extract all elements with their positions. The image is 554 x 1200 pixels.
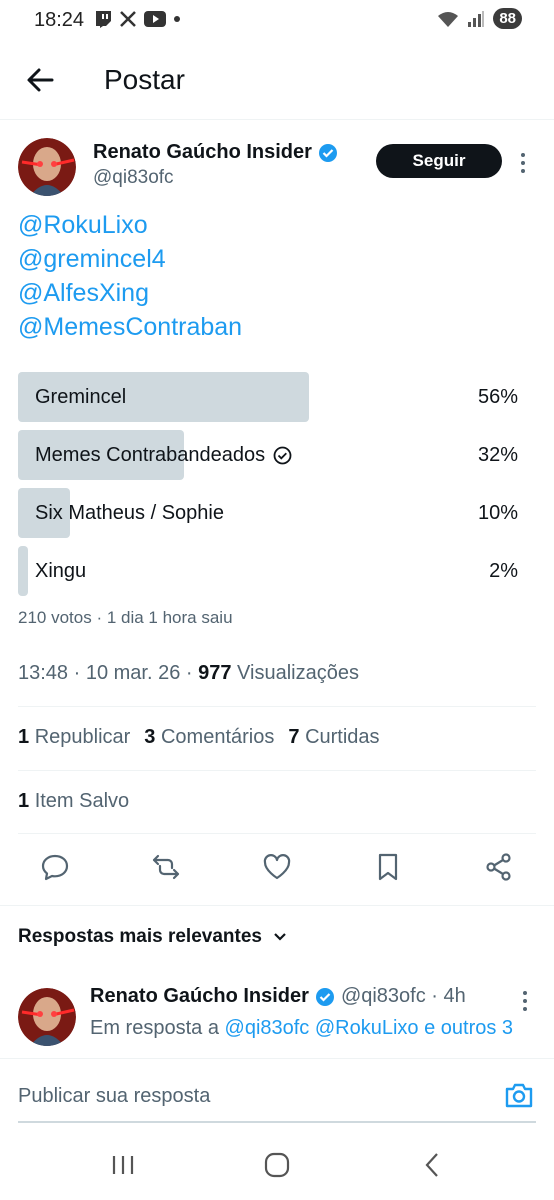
likes-stat[interactable]: 7 Curtidas bbox=[288, 726, 379, 749]
reply-author-name[interactable]: Renato Gaúcho Insider bbox=[90, 985, 309, 1008]
more-options-icon[interactable] bbox=[518, 152, 528, 174]
x-icon bbox=[120, 11, 136, 27]
mention-link[interactable]: @AlfesXing bbox=[18, 276, 242, 310]
camera-icon[interactable] bbox=[504, 1081, 534, 1109]
post-timestamp: 13:48 · 10 mar. 26 · 977 Visualizações bbox=[18, 662, 359, 684]
poll-option-label: Xingu bbox=[35, 560, 87, 582]
mention-link[interactable]: @RokuLixo bbox=[18, 208, 242, 242]
repost-icon[interactable] bbox=[151, 852, 181, 882]
status-bar: 18:24 88 bbox=[0, 0, 554, 44]
author-name-row[interactable]: Renato Gaúcho Insider bbox=[93, 141, 338, 164]
verified-badge-icon bbox=[315, 987, 334, 1006]
reposts-stat[interactable]: 1 Republicar bbox=[18, 726, 130, 749]
youtube-icon bbox=[144, 11, 166, 27]
reply-author-handle[interactable]: @qi83ofc · 4h bbox=[341, 985, 466, 1008]
reply-composer: Publicar sua resposta bbox=[0, 1058, 554, 1122]
top-bar: Postar bbox=[0, 44, 554, 120]
chevron-down-icon bbox=[274, 933, 286, 941]
author-handle[interactable]: @qi83ofc bbox=[93, 167, 174, 189]
action-bar bbox=[0, 852, 554, 886]
divider bbox=[18, 706, 536, 707]
mention-link[interactable]: @gremincel4 bbox=[18, 242, 242, 276]
avatar[interactable] bbox=[18, 988, 76, 1046]
like-icon[interactable] bbox=[262, 852, 292, 882]
poll-option: Gremincel 56% bbox=[18, 372, 518, 422]
recent-apps-icon[interactable] bbox=[108, 1150, 138, 1180]
back-arrow-icon[interactable] bbox=[26, 66, 54, 94]
poll-option: Memes Contrabandeados 32% bbox=[18, 430, 518, 480]
wifi-icon bbox=[438, 11, 459, 27]
poll-option-label: Gremincel bbox=[35, 386, 127, 408]
avatar[interactable] bbox=[18, 138, 76, 196]
divider bbox=[18, 833, 536, 834]
bookmark-icon[interactable] bbox=[373, 852, 403, 882]
engagement-stats: 1 Republicar 3 Comentários 7 Curtidas bbox=[18, 726, 380, 749]
poll-bar bbox=[18, 546, 28, 596]
battery-indicator: 88 bbox=[493, 8, 522, 29]
poll-percent: 10% bbox=[477, 502, 518, 524]
follow-button[interactable]: Seguir bbox=[376, 144, 502, 178]
system-back-icon[interactable] bbox=[418, 1150, 448, 1180]
poll-percent: 2% bbox=[489, 560, 518, 582]
poll-option-label: Memes Contrabandeados bbox=[35, 444, 292, 467]
poll-option: Six Matheus / Sophie 10% bbox=[18, 488, 518, 538]
divider bbox=[18, 770, 536, 771]
poll-percent: 32% bbox=[477, 444, 518, 466]
views-count: 977 bbox=[198, 662, 232, 684]
reply-author-row[interactable]: Renato Gaúcho Insider @qi83ofc · 4h bbox=[90, 985, 466, 1008]
author-name[interactable]: Renato Gaúcho Insider bbox=[93, 141, 312, 164]
verified-badge-icon bbox=[318, 143, 337, 162]
signal-icon bbox=[468, 10, 485, 27]
voted-check-icon bbox=[273, 446, 292, 465]
poll-meta: 210 votos · 1 dia 1 hora saiu bbox=[18, 608, 233, 627]
share-icon[interactable] bbox=[484, 852, 514, 882]
system-nav-bar bbox=[0, 1130, 554, 1200]
post-text: @RokuLixo @gremincel4 @AlfesXing @MemesC… bbox=[18, 208, 242, 344]
poll-option-label: Six Matheus / Sophie bbox=[35, 502, 224, 524]
dot-icon bbox=[174, 16, 180, 22]
reply-context: Em resposta a @qi83ofc @RokuLixo e outro… bbox=[90, 1017, 514, 1039]
reply-targets[interactable]: @qi83ofc @RokuLixo e outros 3 bbox=[225, 1017, 514, 1039]
comments-stat[interactable]: 3 Comentários bbox=[144, 726, 274, 749]
twitch-icon bbox=[96, 11, 111, 28]
divider bbox=[0, 905, 554, 906]
poll-option: Xingu 2% bbox=[18, 546, 518, 596]
status-time: 18:24 bbox=[34, 9, 85, 31]
more-options-icon[interactable] bbox=[520, 990, 530, 1012]
saved-stat[interactable]: 1 Item Salvo bbox=[18, 790, 129, 813]
reply-input[interactable]: Publicar sua resposta bbox=[18, 1085, 210, 1108]
page-title: Postar bbox=[104, 64, 185, 95]
poll-percent: 56% bbox=[477, 386, 518, 408]
mention-link[interactable]: @MemesContraban bbox=[18, 310, 242, 344]
composer-underline bbox=[18, 1121, 536, 1123]
reply-sort-selector[interactable]: Respostas mais relevantes bbox=[18, 926, 288, 948]
reply-icon[interactable] bbox=[40, 852, 70, 882]
home-icon[interactable] bbox=[262, 1150, 292, 1180]
